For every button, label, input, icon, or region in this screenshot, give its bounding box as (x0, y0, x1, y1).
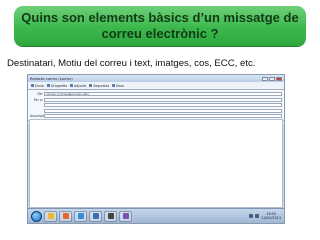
explorer-icon (47, 213, 54, 219)
media-icon (77, 213, 84, 219)
compose-window-screenshot: Redacta correu (correu) Envia Ortografia… (27, 74, 285, 224)
to-row: Per a: (30, 97, 282, 102)
compose-toolbar: Envia Ortografia Adjunta Seguretat Desa (28, 82, 284, 90)
maximize-button[interactable] (269, 76, 275, 81)
taskbar-firefox[interactable] (59, 210, 72, 222)
start-button[interactable] (31, 210, 42, 222)
terminal-icon (107, 213, 114, 219)
recipient-field-3[interactable] (44, 108, 282, 113)
subject-label: Assumpte: (30, 114, 47, 118)
taskbar: 16:50 14/02/2013 (28, 208, 284, 223)
send-button[interactable]: Envia (30, 84, 45, 88)
volume-icon[interactable] (255, 214, 260, 218)
to-field[interactable] (44, 97, 282, 102)
address-form: De: correu <correu@correu.cat> Per a: As… (28, 90, 284, 120)
firefox-icon (62, 213, 69, 219)
from-field[interactable]: correu <correu@correu.cat> (44, 92, 282, 96)
taskbar-app[interactable] (119, 210, 132, 222)
recipient-row-3 (30, 108, 282, 113)
slide-title-line-1: Quins son elements bàsics d’un missatge … (21, 10, 299, 25)
window-title-bar: Redacta correu (correu) (28, 75, 284, 82)
taskbar-terminal[interactable] (104, 210, 117, 222)
spelling-icon (46, 84, 50, 87)
spelling-button[interactable]: Ortografia (46, 84, 68, 88)
security-icon (89, 84, 93, 87)
app-icon (122, 213, 129, 219)
message-body-editor[interactable] (29, 119, 283, 208)
attach-button[interactable]: Adjunta (69, 84, 87, 88)
send-icon (31, 84, 34, 87)
from-label: De: (37, 92, 44, 96)
network-icon[interactable] (249, 214, 254, 218)
window-controls (262, 76, 282, 81)
taskbar-media[interactable] (74, 210, 87, 222)
clock-date: 14/02/2013 (261, 216, 281, 220)
from-row: De: correu <correu@correu.cat> (30, 92, 282, 97)
slide-title: Quins son elements bàsics d’un missatge … (14, 6, 306, 46)
to-label: Per a: (33, 97, 43, 102)
recipient-row-2 (30, 103, 282, 108)
mail-icon (92, 213, 99, 219)
window-title: Redacta correu (correu) (30, 76, 73, 81)
close-button[interactable] (276, 76, 282, 81)
taskbar-mail[interactable] (89, 210, 102, 222)
slide-subtitle: Destinatari, Motiu del correu i text, im… (7, 58, 256, 69)
taskbar-explorer[interactable] (44, 210, 57, 222)
clock[interactable]: 16:50 14/02/2013 (261, 212, 281, 220)
system-tray: 16:50 14/02/2013 (249, 212, 281, 220)
recipient-field-2[interactable] (44, 103, 282, 107)
minimize-button[interactable] (262, 76, 268, 81)
save-icon (112, 84, 116, 87)
slide-title-line-2: correu electrònic ? (101, 26, 219, 41)
save-button[interactable]: Desa (111, 84, 125, 88)
attach-icon (70, 84, 74, 87)
subject-row: Assumpte: (30, 114, 282, 119)
subject-field[interactable] (44, 114, 282, 118)
security-button[interactable]: Seguretat (88, 84, 110, 88)
